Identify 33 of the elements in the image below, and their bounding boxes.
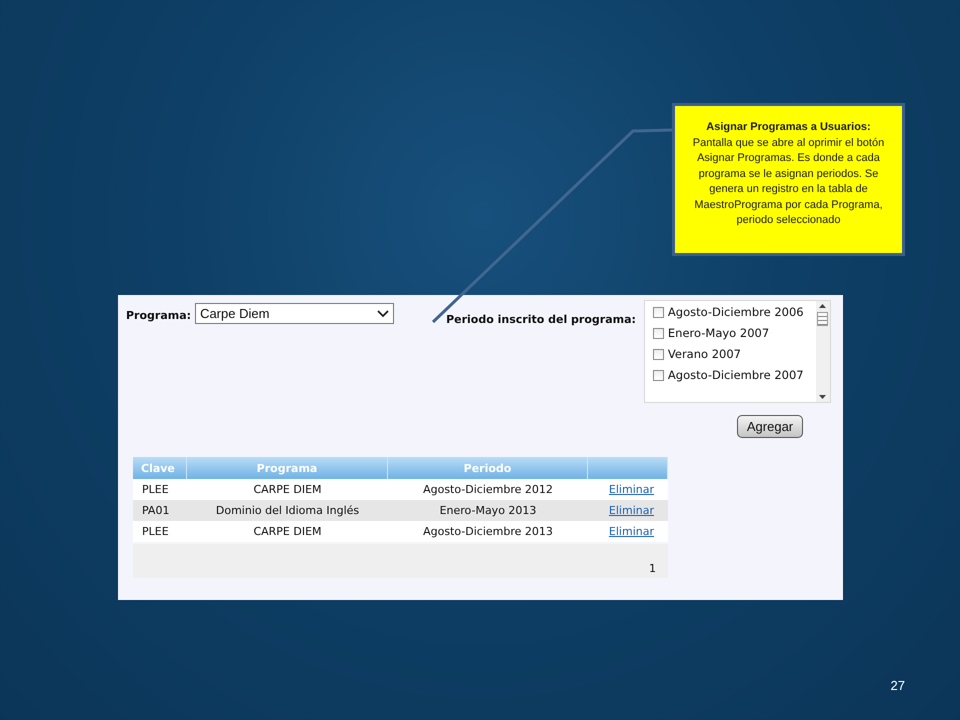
- column-header: Programa: [187, 457, 388, 479]
- callout-text: Pantalla que se abre al oprimir el botón Asignar Programas. Es donde a cada programa se le asignan periodos. Se genera un registro en la tabla de MaestroPrograma por cada Programa, periodo seleccionado: [692, 136, 886, 228]
- table-cell: CARPE DIEM: [187, 521, 388, 542]
- table-cell: Enero-Mayo 2013: [388, 500, 588, 521]
- period-option-label: Verano 2007: [668, 347, 741, 361]
- add-button[interactable]: Agregar: [737, 415, 803, 438]
- table-cell: CARPE DIEM: [187, 479, 388, 500]
- callout-title: Asignar Programas a Usuarios:: [705, 120, 872, 135]
- program-label: Programa:: [126, 309, 192, 322]
- period-option-label: Enero-Mayo 2007: [668, 326, 770, 340]
- table-cell: Dominio del Idioma Inglés: [187, 500, 388, 521]
- slide-number: 27: [890, 678, 905, 693]
- page-number[interactable]: 1: [649, 562, 656, 575]
- period-option-label: Agosto-Diciembre 2007: [668, 368, 804, 382]
- column-header: Clave: [133, 457, 187, 479]
- scrollbar[interactable]: [816, 301, 830, 402]
- table-cell: PA01: [133, 500, 187, 521]
- scroll-up-icon[interactable]: [819, 304, 826, 308]
- table-cell: PLEE: [133, 479, 187, 500]
- scroll-down-icon[interactable]: [819, 395, 826, 399]
- checkbox[interactable]: [652, 306, 664, 318]
- table-cell: Agosto-Diciembre 2013: [388, 521, 588, 542]
- table-cell: PLEE: [133, 521, 187, 542]
- table-cell: Agosto-Diciembre 2012: [388, 479, 588, 500]
- period-option-label: Agosto-Diciembre 2006: [668, 305, 804, 319]
- checkbox[interactable]: [652, 328, 664, 338]
- scroll-thumb[interactable]: [817, 312, 828, 326]
- column-header: Periodo: [388, 457, 588, 479]
- period-label: Periodo inscrito del programa:: [446, 313, 636, 326]
- program-select[interactable]: Carpe Diem: [195, 303, 394, 324]
- checkbox[interactable]: [652, 370, 664, 380]
- checkbox[interactable]: [652, 348, 664, 360]
- caret-icon: [377, 310, 390, 318]
